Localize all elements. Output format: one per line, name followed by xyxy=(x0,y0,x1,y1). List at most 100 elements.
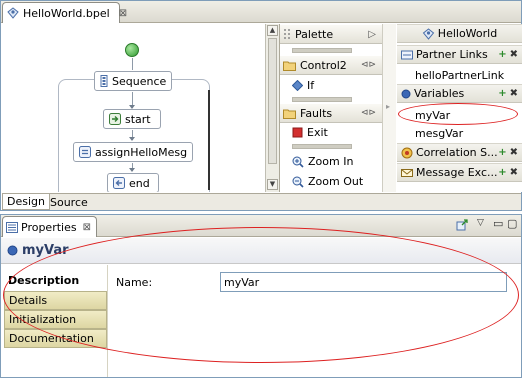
zoom-in-icon xyxy=(292,156,304,168)
correlation-sets-header[interactable]: Correlation S... + ✖ xyxy=(397,143,522,162)
tab-initialization[interactable]: Initialization xyxy=(4,310,107,329)
process-name: HelloWorld xyxy=(437,27,498,40)
drawer-scroll-indicator[interactable] xyxy=(292,97,352,102)
bpel-editor: HelloWorld.bpel ⊠ Sequence start assignH… xyxy=(0,0,522,211)
variable-item-myvar[interactable]: myVar xyxy=(415,109,450,122)
palette-drawer-faults[interactable]: Faults ⊲⊳ xyxy=(280,104,382,123)
message-exchange-label: Message Exc... xyxy=(416,166,498,179)
expand-arrow-icon[interactable]: ▸ xyxy=(386,102,390,111)
process-canvas[interactable]: Sequence start assignHelloMesg end xyxy=(2,24,264,192)
sequence-icon xyxy=(100,75,108,87)
folder-icon xyxy=(283,108,296,119)
partner-link-icon xyxy=(401,49,413,61)
properties-tab-label: Properties xyxy=(21,220,77,234)
scroll-up-icon[interactable]: ▲ xyxy=(267,25,278,36)
scroll-down-icon[interactable]: ▼ xyxy=(267,179,278,190)
editor-tab-label: HelloWorld.bpel xyxy=(23,6,110,20)
activity-assign[interactable]: assignHelloMesg xyxy=(73,142,193,162)
zoom-out-label: Zoom Out xyxy=(308,175,364,188)
pin-icon[interactable]: ⊲⊳ xyxy=(361,108,376,118)
folder-icon xyxy=(283,60,296,71)
close-icon[interactable]: ⊠ xyxy=(119,8,127,19)
editor-page-tabs: Design Source xyxy=(2,193,521,210)
tab-source[interactable]: Source xyxy=(46,194,92,210)
tab-details[interactable]: Details xyxy=(4,291,107,310)
process-start-icon xyxy=(125,43,139,57)
editor-vertical-scrollbar[interactable]: ▲ ▼ xyxy=(265,24,279,192)
close-icon[interactable]: ⊠ xyxy=(83,222,91,233)
reply-icon xyxy=(113,177,125,189)
add-variable-icon[interactable]: + xyxy=(498,88,506,99)
process-tray: HelloWorld Partner Links + ✖ helloPartne… xyxy=(397,24,522,192)
assign-icon xyxy=(79,146,91,158)
tab-description[interactable]: Description xyxy=(4,271,107,290)
palette-collapse-icon[interactable]: ▷ xyxy=(368,29,376,40)
palette-grip-icon xyxy=(283,28,291,40)
zoom-out-icon xyxy=(292,176,304,188)
zoom-in-tool[interactable]: Zoom In xyxy=(292,155,353,168)
sequence-label: Sequence xyxy=(112,74,167,88)
tab-documentation[interactable]: Documentation xyxy=(4,329,107,348)
partner-links-label: Partner Links xyxy=(416,48,488,61)
activity-label: end xyxy=(129,176,150,190)
add-correlation-icon[interactable]: + xyxy=(498,147,506,158)
name-field[interactable] xyxy=(220,272,507,292)
delete-message-exchange-icon[interactable]: ✖ xyxy=(510,167,518,178)
tab-design[interactable]: Design xyxy=(2,194,50,210)
palette-item-label: If xyxy=(307,79,315,92)
variables-header[interactable]: Variables + ✖ xyxy=(397,84,522,103)
palette-item-if[interactable]: If xyxy=(292,79,314,92)
pin-view-icon[interactable] xyxy=(456,219,468,234)
tray-sash[interactable]: ▸ xyxy=(382,24,396,192)
properties-tab-bar: Properties ⊠ ▽ ▭ ▢ xyxy=(1,215,521,237)
view-menu-icon[interactable]: ▽ xyxy=(477,218,484,228)
pin-icon[interactable]: ⊲⊳ xyxy=(361,60,376,70)
palette-item-exit[interactable]: Exit xyxy=(292,126,328,139)
zoom-out-tool[interactable]: Zoom Out xyxy=(292,175,363,188)
sequence-node[interactable]: Sequence xyxy=(94,71,172,91)
variable-icon xyxy=(7,245,18,256)
palette-item-label: Exit xyxy=(307,126,328,139)
add-partner-link-icon[interactable]: + xyxy=(498,49,506,60)
exit-square-icon xyxy=(292,127,303,138)
properties-title-bar: myVar xyxy=(1,238,521,264)
minimize-icon[interactable]: ▭ xyxy=(493,217,503,230)
process-header[interactable]: HelloWorld xyxy=(397,24,522,43)
scroll-thumb[interactable] xyxy=(268,38,277,164)
palette-header[interactable]: Palette ▷ xyxy=(280,25,382,44)
activity-end[interactable]: end xyxy=(107,173,159,192)
properties-content: Name: xyxy=(107,265,521,377)
delete-correlation-icon[interactable]: ✖ xyxy=(510,147,518,158)
partner-links-header[interactable]: Partner Links + ✖ xyxy=(397,45,522,64)
drawer-label: Control2 xyxy=(300,58,347,72)
process-icon xyxy=(422,27,435,40)
properties-selection-title: myVar xyxy=(22,243,69,258)
delete-variable-icon[interactable]: ✖ xyxy=(510,88,518,99)
variable-item-mesgvar[interactable]: mesgVar xyxy=(415,127,463,140)
properties-tab-list: Description Details Initialization Docum… xyxy=(1,265,107,377)
palette: Palette ▷ Control2 ⊲⊳ If Faults ⊲⊳ Exit … xyxy=(279,24,382,192)
maximize-icon[interactable]: ▢ xyxy=(507,217,517,230)
correlation-icon xyxy=(401,147,413,159)
activity-label: assignHelloMesg xyxy=(95,145,188,159)
message-exchange-icon xyxy=(401,167,413,179)
message-exchanges-header[interactable]: Message Exc... + ✖ xyxy=(397,163,522,182)
zoom-in-label: Zoom In xyxy=(308,155,354,168)
drawer-scroll-indicator[interactable] xyxy=(292,48,352,53)
partner-link-item[interactable]: helloPartnerLink xyxy=(415,69,504,82)
receive-icon xyxy=(109,113,121,125)
variables-label: Variables xyxy=(414,87,465,100)
if-diamond-icon xyxy=(292,80,303,91)
editor-tab-helloworld[interactable]: HelloWorld.bpel ⊠ xyxy=(2,2,127,23)
activity-label: start xyxy=(125,112,151,126)
palette-title: Palette xyxy=(295,27,334,41)
bpel-file-icon xyxy=(6,7,20,19)
properties-tab[interactable]: Properties ⊠ xyxy=(2,216,97,237)
delete-partner-link-icon[interactable]: ✖ xyxy=(510,49,518,60)
palette-drawer-control[interactable]: Control2 ⊲⊳ xyxy=(280,56,382,75)
name-field-label: Name: xyxy=(116,276,153,289)
editor-tab-bar: HelloWorld.bpel ⊠ xyxy=(1,1,521,23)
activity-start[interactable]: start xyxy=(103,109,161,129)
drawer-scroll-indicator[interactable] xyxy=(292,144,352,149)
add-message-exchange-icon[interactable]: + xyxy=(498,167,506,178)
